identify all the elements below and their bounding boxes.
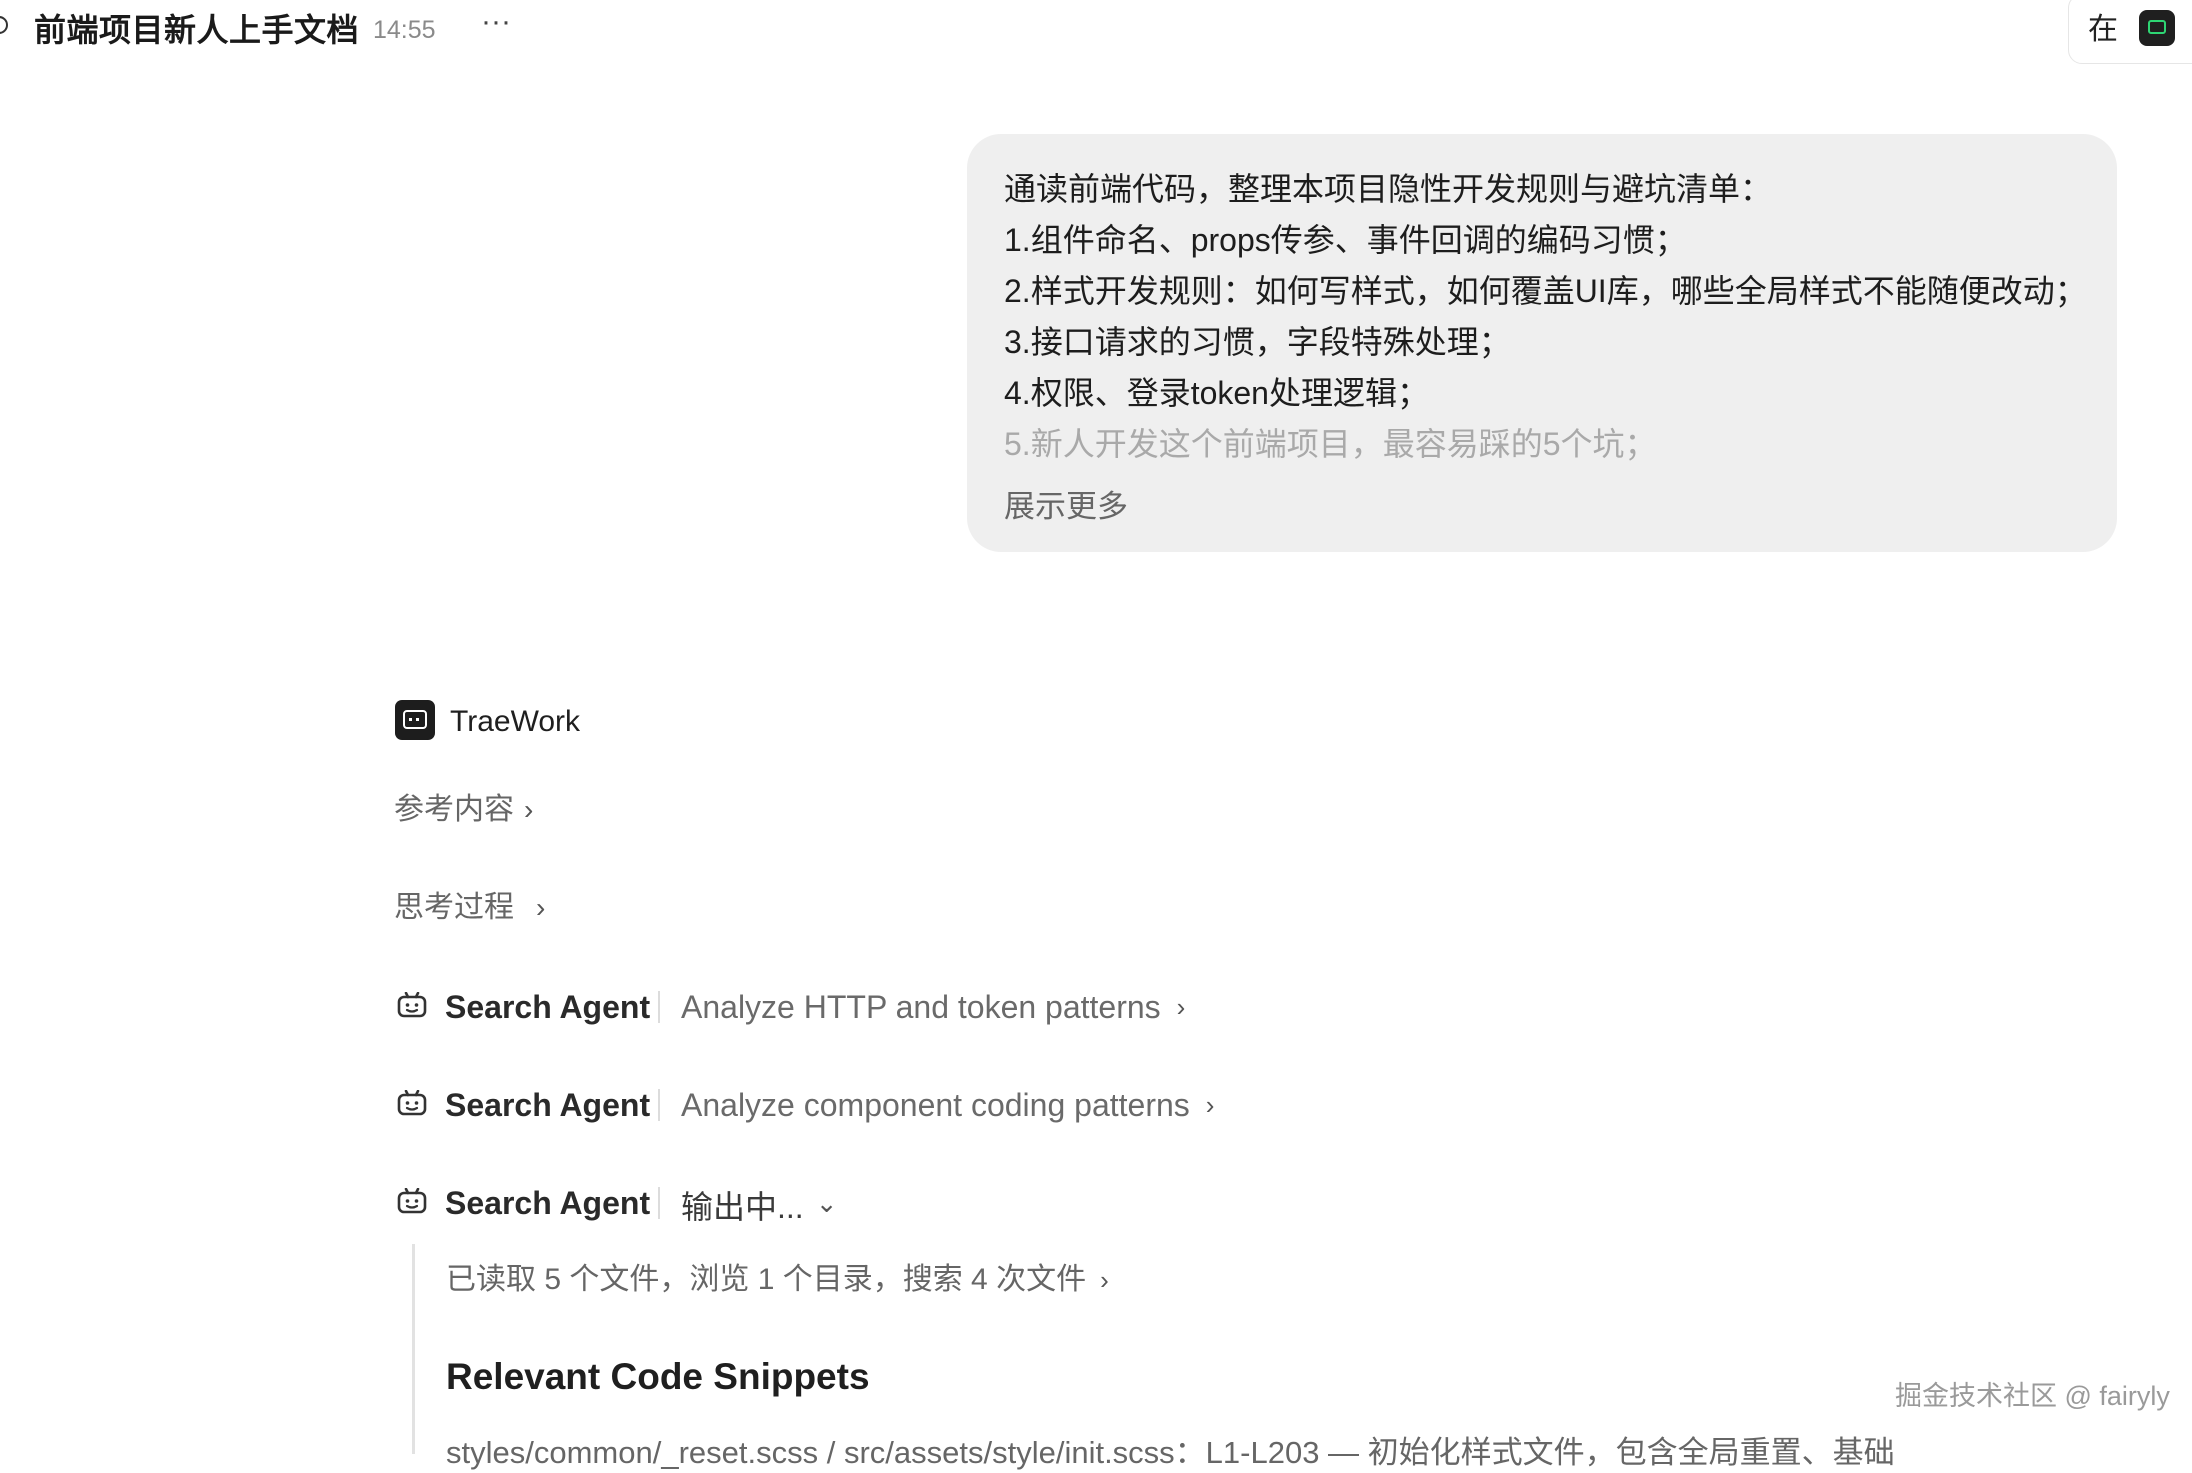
agent-task: Analyze component coding patterns › [681, 1083, 1214, 1127]
chat-bubble-icon [0, 16, 8, 34]
code-snippet-line: styles/common/_reset.scss / src/assets/s… [446, 1435, 1895, 1470]
read-summary-toggle[interactable]: 已读取 5 个文件，浏览 1 个目录，搜索 4 次文件 › [446, 1260, 1109, 1300]
chevron-right-icon: › [1176, 992, 1186, 1022]
robot-icon [397, 1188, 427, 1214]
message-line: 3.接口请求的习惯，字段特殊处理； [1004, 324, 1511, 360]
chevron-right-icon: › [1205, 1090, 1215, 1120]
chevron-right-icon: › [1100, 1265, 1109, 1295]
assistant-name: TraeWork [450, 705, 581, 738]
user-message-bubble: 通读前端代码，整理本项目隐性开发规则与避坑清单： 1.组件命名、props传参、… [967, 134, 2117, 552]
message-line: 2.样式开发规则：如何写样式，如何覆盖UI库，哪些全局样式不能随便改动； [1004, 273, 2087, 309]
references-label: 参考内容 [394, 793, 514, 826]
traework-avatar [395, 700, 435, 740]
message-line: 1.组件命名、props传参、事件回调的编码习惯； [1004, 222, 1687, 258]
agent-name: Search Agent [445, 1185, 651, 1221]
thinking-label: 思考过程 [394, 891, 514, 924]
agent-name: Search Agent [445, 989, 651, 1025]
thinking-toggle[interactable]: 思考过程 › [394, 888, 545, 928]
message-timestamp: 14:55 [373, 16, 436, 44]
top-bar: 前端项目新人上手文档 14:55 ··· 在 [0, 0, 2192, 64]
page-title: 前端项目新人上手文档 [34, 12, 360, 48]
message-line: 4.权限、登录token处理逻辑； [1004, 375, 1429, 411]
robot-icon [397, 1090, 427, 1116]
chevron-down-icon: ⌄ [815, 1188, 838, 1218]
thread-line [412, 1244, 415, 1454]
status-text: 在 [2088, 13, 2118, 46]
agent-divider [658, 991, 660, 1023]
agent-divider [658, 1089, 660, 1121]
chevron-right-icon: › [536, 892, 546, 923]
agent-task: Analyze HTTP and token patterns › [681, 985, 1185, 1029]
section-heading: Relevant Code Snippets [446, 1356, 870, 1397]
read-summary-text: 已读取 5 个文件，浏览 1 个目录，搜索 4 次文件 [446, 1263, 1087, 1296]
more-horizontal-icon[interactable]: ··· [478, 7, 514, 46]
traework-app-icon[interactable] [2139, 10, 2175, 46]
watermark: 掘金技术社区 @ fairyly [1895, 1381, 2170, 1411]
message-line: 通读前端代码，整理本项目隐性开发规则与避坑清单： [1004, 171, 1773, 207]
agent-divider [658, 1187, 660, 1219]
message-line-faded: 5.新人开发这个前端项目，最容易踩的5个坑； [1004, 426, 1657, 462]
agent-name: Search Agent [445, 1087, 651, 1123]
references-toggle[interactable]: 参考内容 › [394, 790, 533, 830]
agent-task: 输出中... ⌄ [681, 1181, 837, 1229]
chevron-right-icon: › [524, 794, 534, 825]
robot-icon [397, 992, 427, 1018]
show-more-button[interactable]: 展示更多 [1004, 486, 1128, 528]
